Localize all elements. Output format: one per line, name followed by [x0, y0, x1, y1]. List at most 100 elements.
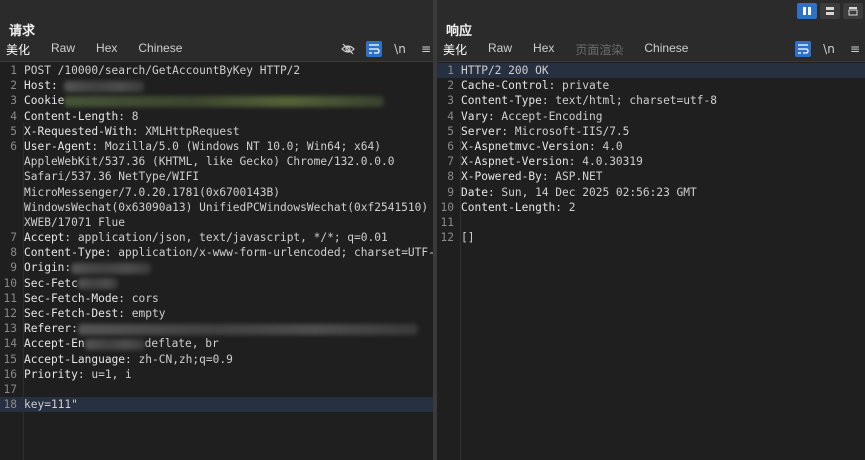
line-number: 7 [447, 155, 454, 169]
header-name: X-Aspnet-Version [461, 155, 569, 169]
side-by-side-layout-icon[interactable] [797, 3, 817, 19]
line-number: 1 [447, 64, 454, 77]
header-name: Cache-Control [461, 79, 549, 93]
line-text: Cookie [24, 93, 385, 108]
redacted-blur [64, 95, 385, 107]
header-value: : cors [118, 291, 159, 305]
line-text: MicroMessenger/7.0.20.1781(0x6700143B) [24, 185, 280, 200]
line-number: 12 [3, 307, 17, 320]
code-line: 9 Date: Sun, 14 Dec 2025 02:56:23 GMT [437, 185, 865, 200]
header-name: X-Powered-By [461, 170, 542, 184]
line-text: Host: [24, 78, 145, 93]
code-line: 6 User-Agent: Mozilla/5.0 (Windows NT 10.… [0, 139, 433, 154]
line-number: 6 [10, 139, 17, 153]
line-text: Vary: Accept-Encoding [461, 109, 602, 124]
header-value: key=111" [24, 398, 78, 412]
code-line: AppleWebKit/537.36 (KHTML, like Gecko) C… [0, 154, 433, 169]
newline-icon[interactable]: \n [392, 41, 408, 57]
response-editor[interactable]: 1 HTTP/2 200 OK 2 Cache-Control: private 3 Co… [437, 61, 865, 460]
code-line: 3 Content-Type: text/html; charset=utf-8 [437, 93, 865, 108]
header-name: Accept-Language [24, 352, 126, 366]
menu-icon[interactable]: ≡ [418, 41, 434, 57]
wrap-lines-icon[interactable] [366, 41, 382, 57]
line-text: Sec-Fetch-Mode: cors [24, 291, 159, 306]
request-toolbar: \n ≡ [330, 41, 434, 57]
line-number: 1 [10, 64, 17, 77]
line-number: 11 [3, 291, 17, 305]
header-name: Vary [461, 109, 488, 123]
code-line: 18 key=111" [0, 397, 433, 413]
code-line: 7 Accept: application/json, text/javascri… [0, 230, 433, 245]
line-text: Cache-Control: private [461, 78, 609, 93]
line-text: Accept-En deflate, br [24, 336, 219, 351]
stacked-layout-icon[interactable] [820, 3, 840, 19]
redacted-blur [84, 338, 145, 350]
header-value: : zh-CN,zh;q=0.9 [125, 352, 233, 366]
line-text: AppleWebKit/537.36 (KHTML, like Gecko) C… [24, 154, 394, 169]
response-toolbar: \n ≡ [785, 41, 863, 57]
newline-icon[interactable]: \n [821, 41, 837, 57]
line-number: 5 [447, 124, 454, 138]
line-number: 9 [447, 185, 454, 199]
line-number: 15 [3, 352, 17, 366]
response-panel: 响应 美化 Raw Hex 页面渲染 Chinese \n ≡ 1 HTTP/2 … [437, 0, 865, 460]
line-number: 2 [10, 79, 17, 93]
header-name: Server [461, 124, 502, 138]
header-name: Content-Length [24, 109, 119, 123]
line-number: 3 [447, 94, 454, 108]
request-editor[interactable]: 1 POST /10000/search/GetAccountByKey HTTP… [0, 61, 442, 460]
line-number: 8 [10, 246, 17, 260]
code-line: 12 [] [437, 230, 865, 245]
code-line: 7 X-Aspnet-Version: 4.0.30319 [437, 154, 865, 169]
code-line: 11 Sec-Fetch-Mode: cors [0, 291, 433, 306]
line-text: XWEB/17071 Flue [24, 215, 125, 230]
line-text: Content-Length: 2 [461, 200, 576, 215]
line-number: 16 [3, 367, 17, 381]
eye-off-icon[interactable] [340, 41, 356, 57]
header-value: : [71, 322, 78, 336]
header-name: Cookie [24, 94, 65, 108]
line-number: 4 [447, 109, 454, 123]
header-value: : Sun, 14 Dec 2025 02:56:23 GMT [487, 185, 697, 199]
header-value: : XMLHttpRequest [131, 124, 240, 138]
request-panel: 请求 美化 Raw Hex Chinese \n ≡ 1 POST /10000/… [0, 0, 442, 460]
header-value: deflate, br [144, 337, 219, 351]
code-line: WindowsWechat(0x63090a13) UnifiedPCWindo… [0, 200, 433, 215]
redacted-blur [64, 80, 145, 92]
code-line: 14 Accept-En deflate, br [0, 336, 433, 351]
header-name: X-Requested-With [24, 124, 132, 138]
header-value: [] [461, 231, 475, 245]
line-text: X-Requested-With: XMLHttpRequest [24, 124, 240, 139]
single-tab-layout-icon[interactable] [843, 3, 863, 19]
header-value: HTTP/2 200 OK [461, 64, 549, 77]
line-number: 10 [440, 200, 454, 214]
request-title: 请求 [9, 23, 36, 38]
line-number: 3 [10, 94, 17, 108]
code-line: 4 Content-Length: 8 [0, 109, 433, 124]
code-line: 13 Referer: [0, 321, 433, 336]
line-text: Date: Sun, 14 Dec 2025 02:56:23 GMT [461, 185, 697, 200]
line-text: [] [461, 230, 474, 245]
header-value: XWEB/17071 Flue [24, 215, 126, 229]
response-title: 响应 [446, 23, 473, 38]
line-text: Server: Microsoft-IIS/7.5 [461, 124, 629, 139]
line-text: HTTP/2 200 OK [461, 63, 549, 78]
redacted-blur [77, 278, 118, 290]
header-value: : Microsoft-IIS/7.5 [501, 124, 630, 138]
redacted-blur [77, 323, 418, 335]
header-name: Sec-Fetch-Dest [24, 307, 119, 320]
wrap-lines-icon[interactable] [795, 41, 811, 57]
menu-icon[interactable]: ≡ [847, 41, 863, 57]
redacted-blur [71, 262, 152, 274]
line-text: POST /10000/search/GetAccountByKey HTTP/… [24, 63, 300, 78]
layout-toggle [797, 3, 865, 19]
header-value: : 4.0.30319 [568, 155, 643, 169]
header-value: : u=1, i [77, 367, 132, 381]
code-line: 12 Sec-Fetch-Dest: empty [0, 306, 433, 321]
line-text: Content-Type: text/html; charset=utf-8 [461, 93, 717, 108]
code-line: XWEB/17071 Flue [0, 215, 433, 230]
line-text: User-Agent: Mozilla/5.0 (Windows NT 10.0… [24, 139, 381, 154]
code-line: 6 X-Aspnetmvc-Version: 4.0 [437, 139, 865, 154]
code-line: Safari/537.36 NetType/WIFI [0, 169, 433, 184]
line-text: X-Aspnet-Version: 4.0.30319 [461, 154, 643, 169]
